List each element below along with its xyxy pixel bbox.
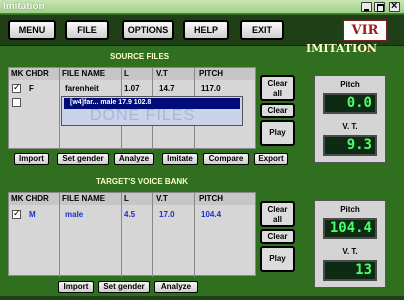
col-header: V.T	[156, 69, 168, 78]
bank-import-button[interactable]: Import	[58, 281, 94, 293]
vt-cell: 14.7	[159, 84, 175, 93]
imitation-vt-display: 9.3	[323, 135, 377, 156]
pitch-label: Pitch	[340, 205, 360, 214]
vt-label: V. T.	[342, 122, 358, 131]
pitch-label: Pitch	[340, 80, 360, 89]
row-checkbox[interactable]	[12, 98, 21, 107]
bottom-border	[0, 296, 404, 300]
import-button[interactable]: Import	[14, 153, 49, 165]
col-header: FILE NAME	[62, 194, 106, 203]
bank-analyze-button[interactable]: Analyze	[154, 281, 198, 293]
column-divider	[194, 193, 195, 277]
target-readout-panel: Pitch 104.4 V. T. 13	[314, 200, 386, 288]
col-header: PITCH	[199, 194, 223, 203]
pitch-cell: 104.4	[201, 210, 222, 219]
imitation-title: IMITATION	[306, 42, 377, 55]
col-header: MK CHDR	[11, 69, 49, 78]
imitate-button[interactable]: Imitate	[162, 153, 198, 165]
target-pitch-display: 104.4	[323, 218, 377, 239]
bank-clear-button[interactable]: Clear	[260, 229, 295, 244]
minimize-button[interactable]	[361, 2, 372, 12]
vir-logo: VIR Linx	[343, 20, 387, 53]
col-header: V.T	[156, 194, 168, 203]
filename-cell: male	[65, 210, 84, 219]
close-button[interactable]	[389, 0, 400, 12]
selected-item-text: [w4]far... male 17.9 102.8	[70, 99, 152, 106]
imitation-pitch-display: 0.0	[323, 93, 377, 114]
bank-clear-all-button[interactable]: Clear all	[260, 201, 295, 227]
row-checkbox[interactable]	[12, 82, 21, 93]
table-header: MK CHDR FILE NAME L V.T PITCH	[9, 68, 255, 80]
voice-bank-title: TARGET'S VOICE BANK	[96, 177, 188, 186]
table-header: MK CHDR FILE NAME L V.T PITCH	[9, 193, 255, 205]
set-gender-button[interactable]: Set gender	[57, 153, 109, 165]
window-title: Imitation	[3, 1, 45, 12]
source-clear-button[interactable]: Clear	[260, 103, 295, 118]
voice-bank-table: MK CHDR FILE NAME L V.T PITCH M male 4.5…	[8, 192, 256, 277]
done-files-watermark: DONE FILES	[90, 107, 196, 124]
column-divider	[59, 193, 60, 277]
column-divider	[152, 193, 153, 277]
col-header: L	[124, 194, 129, 203]
row-checkbox[interactable]	[12, 208, 21, 219]
filename-cell: farenheit	[65, 84, 99, 93]
col-header: L	[124, 69, 129, 78]
export-button[interactable]: Export	[254, 153, 288, 165]
length-cell: 1.07	[124, 84, 140, 93]
vt-label: V. T.	[342, 247, 358, 256]
pitch-cell: 117.0	[201, 84, 221, 93]
imitation-readout-panel: Pitch 0.0 V. T. 9.3	[314, 75, 386, 163]
exit-button[interactable]: EXIT	[240, 20, 284, 40]
analyze-button[interactable]: Analyze	[114, 153, 154, 165]
maximize-button[interactable]	[374, 2, 385, 12]
done-files-list[interactable]: [w4]far... male 17.9 102.8 DONE FILES	[61, 96, 243, 126]
help-button[interactable]: HELP	[183, 20, 229, 40]
source-files-title: SOURCE FILES	[110, 52, 170, 61]
source-clear-all-button[interactable]: Clear all	[260, 75, 295, 101]
length-cell: 4.5	[124, 210, 136, 219]
col-header: MK CHDR	[11, 194, 49, 203]
compare-button[interactable]: Compare	[203, 153, 249, 165]
source-play-button[interactable]: Play	[260, 120, 295, 146]
bank-set-gender-button[interactable]: Set gender	[98, 281, 150, 293]
target-vt-display: 13	[323, 260, 377, 281]
vt-cell: 17.0	[159, 210, 175, 219]
title-bar: Imitation	[0, 0, 404, 14]
chdr-cell: F	[29, 84, 34, 93]
bank-play-button[interactable]: Play	[260, 246, 295, 272]
col-header: FILE NAME	[62, 69, 106, 78]
col-header: PITCH	[199, 69, 223, 78]
source-files-table: MK CHDR FILE NAME L V.T PITCH F farenhei…	[8, 67, 256, 150]
column-divider	[121, 193, 122, 277]
file-button[interactable]: FILE	[65, 20, 109, 40]
options-button[interactable]: OPTIONS	[122, 20, 174, 40]
chdr-cell: M	[29, 210, 36, 219]
menu-button[interactable]: MENU	[8, 20, 56, 40]
column-divider	[59, 68, 60, 150]
